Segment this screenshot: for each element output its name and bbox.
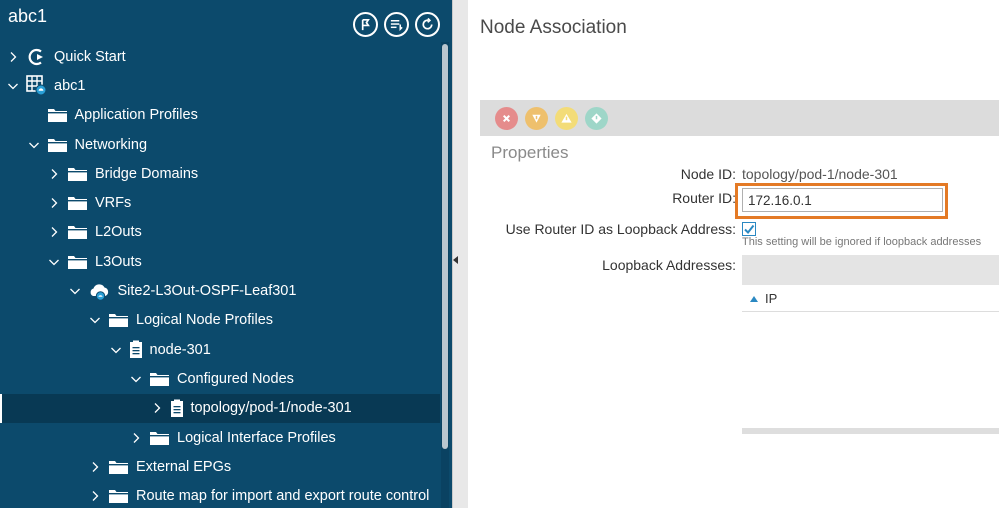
navigation-pane: abc1 Quick Start abc1 Application Profiles… <box>0 0 452 508</box>
navigation-tree: Quick Start abc1 Application Profiles Netwo… <box>0 42 440 508</box>
ip-column-header[interactable]: IP <box>750 291 777 306</box>
chevron-right-icon[interactable] <box>88 489 102 503</box>
critical-fault-icon[interactable] <box>495 106 518 130</box>
pane-splitter[interactable] <box>452 0 468 508</box>
properties-section-title: Properties <box>491 143 569 162</box>
folder-icon <box>149 371 170 387</box>
tree-item-label: Route map for import and export route co… <box>136 488 430 505</box>
folder-icon <box>108 312 129 328</box>
tree-item-label: L2Outs <box>95 224 142 241</box>
list-filter-icon[interactable] <box>384 12 409 37</box>
chevron-right-icon[interactable] <box>47 225 61 239</box>
loopback-use-label: Use Router ID as Loopback Address: <box>505 221 736 237</box>
tree-item[interactable]: VRFs <box>0 188 440 217</box>
tree-item-label: node-301 <box>149 341 211 358</box>
collapse-arrow-icon[interactable] <box>453 256 458 264</box>
router-id-label: Router ID: <box>672 190 736 206</box>
tree-item-label: External EPGs <box>136 458 232 475</box>
chevron-down-icon[interactable] <box>68 284 82 298</box>
tree-item-label: topology/pod-1/node-301 <box>190 400 352 417</box>
minor-fault-icon[interactable] <box>555 106 578 130</box>
location-marker-icon[interactable] <box>353 12 378 37</box>
ip-column-label: IP <box>765 291 778 306</box>
apic-window: abc1 Quick Start abc1 Application Profiles… <box>0 0 999 508</box>
tree-item-label: Logical Interface Profiles <box>177 429 336 446</box>
folder-icon <box>149 430 170 446</box>
tree-item-label: abc1 <box>54 77 86 94</box>
loopback-addresses-label: Loopback Addresses: <box>602 257 736 273</box>
tree-item[interactable]: Application Profiles <box>0 101 440 130</box>
folder-icon <box>67 254 88 270</box>
tree-item[interactable]: L2Outs <box>0 218 440 247</box>
folder-icon <box>67 166 88 182</box>
tree-item-selected[interactable]: topology/pod-1/node-301 <box>0 393 440 424</box>
chevron-down-icon[interactable] <box>47 255 61 269</box>
tree-item-label: VRFs <box>95 195 132 212</box>
tree-item[interactable]: Networking <box>0 130 440 159</box>
sort-ascending-icon <box>750 295 758 302</box>
major-fault-icon[interactable] <box>525 106 548 130</box>
loopback-note: This setting will be ignored if loopback… <box>742 236 982 248</box>
page-title: Node Association <box>480 17 627 38</box>
loopback-table-toolbar <box>742 255 999 285</box>
tree-item[interactable]: Configured Nodes <box>0 364 440 393</box>
tree-item[interactable]: L3Outs <box>0 247 440 276</box>
nav-scrollbar[interactable] <box>441 42 449 508</box>
folder-icon <box>67 224 88 240</box>
fault-summary-bar <box>480 100 999 136</box>
chevron-down-icon[interactable] <box>109 343 123 357</box>
nav-scrollbar-thumb[interactable] <box>442 44 448 449</box>
folder-icon <box>108 488 129 504</box>
tree-item[interactable]: External EPGs <box>0 452 440 481</box>
nav-title: abc1 <box>8 6 48 26</box>
tree-item-label: Application Profiles <box>74 107 198 124</box>
tree-item[interactable]: Bridge Domains <box>0 159 440 188</box>
chevron-right-icon[interactable] <box>88 460 102 474</box>
table-divider <box>742 311 999 312</box>
document-icon <box>170 399 184 418</box>
refresh-icon[interactable] <box>415 12 440 37</box>
chevron-right-icon[interactable] <box>150 401 164 415</box>
tree-item-label: Logical Node Profiles <box>136 312 274 329</box>
tree-item[interactable]: Route map for import and export route co… <box>0 481 440 508</box>
quick-start-icon <box>26 47 47 67</box>
tree-item-label: L3Outs <box>95 253 142 270</box>
chevron-right-icon[interactable] <box>47 167 61 181</box>
tree-item[interactable]: Logical Node Profiles <box>0 306 440 335</box>
node-id-label: Node ID: <box>680 166 736 182</box>
chevron-right-icon[interactable] <box>47 196 61 210</box>
tree-item[interactable]: Logical Interface Profiles <box>0 423 440 452</box>
use-router-id-loopback-checkbox[interactable] <box>742 222 756 236</box>
router-id-field[interactable] <box>742 188 943 212</box>
folder-icon <box>67 195 88 211</box>
work-pane: Node Association Properties Node ID: top… <box>468 0 999 508</box>
chevron-down-icon[interactable] <box>88 313 102 327</box>
tree-item-label: Networking <box>74 136 148 153</box>
cloud-icon <box>88 282 111 301</box>
tree-item-label: Configured Nodes <box>177 370 294 387</box>
folder-icon <box>108 459 129 475</box>
document-icon <box>129 340 143 359</box>
chevron-down-icon[interactable] <box>6 79 20 93</box>
tree-item[interactable]: Quick Start <box>0 42 440 71</box>
tree-item[interactable]: abc1 <box>0 71 440 100</box>
node-id-value: topology/pod-1/node-301 <box>742 166 898 182</box>
warning-fault-icon[interactable] <box>585 106 608 130</box>
tree-item-label: Bridge Domains <box>95 165 199 182</box>
chevron-right-icon[interactable] <box>129 431 143 445</box>
folder-icon <box>47 107 68 123</box>
table-footer-scrollbar[interactable] <box>742 428 999 434</box>
tree-item-label: Site2-L3Out-OSPF-Leaf301 <box>117 283 297 300</box>
chevron-down-icon[interactable] <box>27 138 41 152</box>
folder-icon <box>47 137 68 153</box>
chevron-down-icon[interactable] <box>129 372 143 386</box>
chevron-right-icon[interactable] <box>6 50 20 64</box>
tenant-icon <box>26 75 47 96</box>
tree-item-label: Quick Start <box>54 48 126 65</box>
tree-item[interactable]: node-301 <box>0 335 440 364</box>
tree-item[interactable]: Site2-L3Out-OSPF-Leaf301 <box>0 276 440 305</box>
